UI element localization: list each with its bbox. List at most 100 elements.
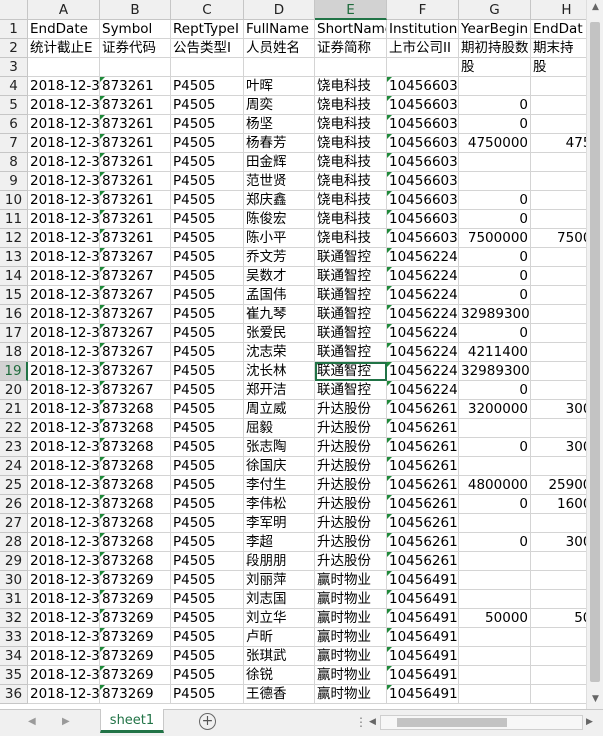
- cell[interactable]: 10456261: [387, 552, 459, 571]
- scroll-right-arrow-icon[interactable]: ▶: [586, 717, 593, 727]
- column-header-f[interactable]: F: [387, 0, 459, 20]
- cell[interactable]: P4505: [171, 362, 244, 381]
- cell[interactable]: 0: [459, 267, 531, 286]
- cell[interactable]: [28, 58, 100, 77]
- row-header[interactable]: 15: [0, 286, 28, 305]
- cell[interactable]: P4505: [171, 647, 244, 666]
- cell[interactable]: 饶电科技: [315, 77, 387, 96]
- cell[interactable]: 10456261: [387, 514, 459, 533]
- cell[interactable]: 2018-12-3: [28, 115, 100, 134]
- cell[interactable]: 升达股份: [315, 400, 387, 419]
- cell[interactable]: P4505: [171, 305, 244, 324]
- cell[interactable]: 徐国庆: [244, 457, 315, 476]
- cell[interactable]: 郑庆鑫: [244, 191, 315, 210]
- row-header[interactable]: 21: [0, 400, 28, 419]
- cell[interactable]: 升达股份: [315, 514, 387, 533]
- cell[interactable]: 873267: [100, 305, 171, 324]
- cell[interactable]: 2018-12-3: [28, 457, 100, 476]
- cell[interactable]: [459, 666, 531, 685]
- triangle-right-icon[interactable]: ▶: [62, 716, 70, 727]
- cell[interactable]: 10456224: [387, 305, 459, 324]
- cell[interactable]: 10456261: [387, 495, 459, 514]
- cell[interactable]: 2018-12-3: [28, 647, 100, 666]
- cell[interactable]: 刘立华: [244, 609, 315, 628]
- cell[interactable]: 873269: [100, 628, 171, 647]
- cell[interactable]: 873267: [100, 381, 171, 400]
- row-header[interactable]: 24: [0, 457, 28, 476]
- plus-circle-icon[interactable]: +: [199, 713, 216, 730]
- cell[interactable]: [459, 571, 531, 590]
- cell[interactable]: [459, 628, 531, 647]
- cell[interactable]: 乔文芳: [244, 248, 315, 267]
- cell[interactable]: 2018-12-3: [28, 476, 100, 495]
- cell[interactable]: 2018-12-3: [28, 324, 100, 343]
- row-header[interactable]: 18: [0, 343, 28, 362]
- cell[interactable]: 2018-12-3: [28, 685, 100, 704]
- cell[interactable]: FullName: [244, 20, 315, 39]
- cell[interactable]: 10456603: [387, 134, 459, 153]
- cell[interactable]: [459, 77, 531, 96]
- cell[interactable]: 873268: [100, 495, 171, 514]
- column-header-b[interactable]: B: [100, 0, 171, 20]
- row-header[interactable]: 26: [0, 495, 28, 514]
- cell[interactable]: 公告类型I: [171, 39, 244, 58]
- cell[interactable]: P4505: [171, 248, 244, 267]
- cell[interactable]: [387, 58, 459, 77]
- cell[interactable]: 10456491: [387, 685, 459, 704]
- cell[interactable]: 50000: [459, 609, 531, 628]
- cell[interactable]: [100, 58, 171, 77]
- cell[interactable]: 873268: [100, 400, 171, 419]
- cell[interactable]: 0: [459, 533, 531, 552]
- cell[interactable]: 联通智控: [315, 248, 387, 267]
- cell[interactable]: P4505: [171, 153, 244, 172]
- cell[interactable]: 2018-12-3: [28, 229, 100, 248]
- cell[interactable]: 4211400: [459, 343, 531, 362]
- cell[interactable]: P4505: [171, 381, 244, 400]
- cell[interactable]: 873261: [100, 191, 171, 210]
- cell[interactable]: 2018-12-3: [28, 248, 100, 267]
- cell[interactable]: [244, 58, 315, 77]
- cell[interactable]: 0: [459, 438, 531, 457]
- cell[interactable]: 10456603: [387, 96, 459, 115]
- cell[interactable]: 王德香: [244, 685, 315, 704]
- cell[interactable]: 10456603: [387, 153, 459, 172]
- cell[interactable]: 873268: [100, 457, 171, 476]
- cell[interactable]: EndDate: [28, 20, 100, 39]
- cell[interactable]: 10456603: [387, 229, 459, 248]
- cell[interactable]: 升达股份: [315, 438, 387, 457]
- cell[interactable]: 10456261: [387, 438, 459, 457]
- cell[interactable]: P4505: [171, 666, 244, 685]
- cell[interactable]: 2018-12-3: [28, 286, 100, 305]
- cell[interactable]: [315, 58, 387, 77]
- cell[interactable]: 10456224: [387, 343, 459, 362]
- cell[interactable]: 873268: [100, 476, 171, 495]
- cell[interactable]: 沈长林: [244, 362, 315, 381]
- cell[interactable]: 张琪武: [244, 647, 315, 666]
- row-header[interactable]: 8: [0, 153, 28, 172]
- cell[interactable]: 873269: [100, 609, 171, 628]
- row-header[interactable]: 32: [0, 609, 28, 628]
- tab-split-handle-icon[interactable]: ⋮: [355, 715, 368, 729]
- cell[interactable]: 饶电科技: [315, 229, 387, 248]
- cell[interactable]: 873261: [100, 210, 171, 229]
- cell[interactable]: 升达股份: [315, 457, 387, 476]
- cell[interactable]: 杨春芳: [244, 134, 315, 153]
- cell[interactable]: YearBegin: [459, 20, 531, 39]
- cell[interactable]: 饶电科技: [315, 172, 387, 191]
- cell[interactable]: 873269: [100, 647, 171, 666]
- cell[interactable]: 873268: [100, 533, 171, 552]
- cell[interactable]: 升达股份: [315, 533, 387, 552]
- cell[interactable]: 升达股份: [315, 552, 387, 571]
- cell[interactable]: 873261: [100, 153, 171, 172]
- cell[interactable]: 联通智控: [315, 343, 387, 362]
- row-header[interactable]: 34: [0, 647, 28, 666]
- cell[interactable]: 2018-12-3: [28, 305, 100, 324]
- cell[interactable]: 10456491: [387, 628, 459, 647]
- row-header[interactable]: 6: [0, 115, 28, 134]
- cell[interactable]: 升达股份: [315, 495, 387, 514]
- row-header[interactable]: 25: [0, 476, 28, 495]
- cell[interactable]: P4505: [171, 590, 244, 609]
- cell[interactable]: 4800000: [459, 476, 531, 495]
- cell[interactable]: 饶电科技: [315, 134, 387, 153]
- cell[interactable]: 2018-12-3: [28, 153, 100, 172]
